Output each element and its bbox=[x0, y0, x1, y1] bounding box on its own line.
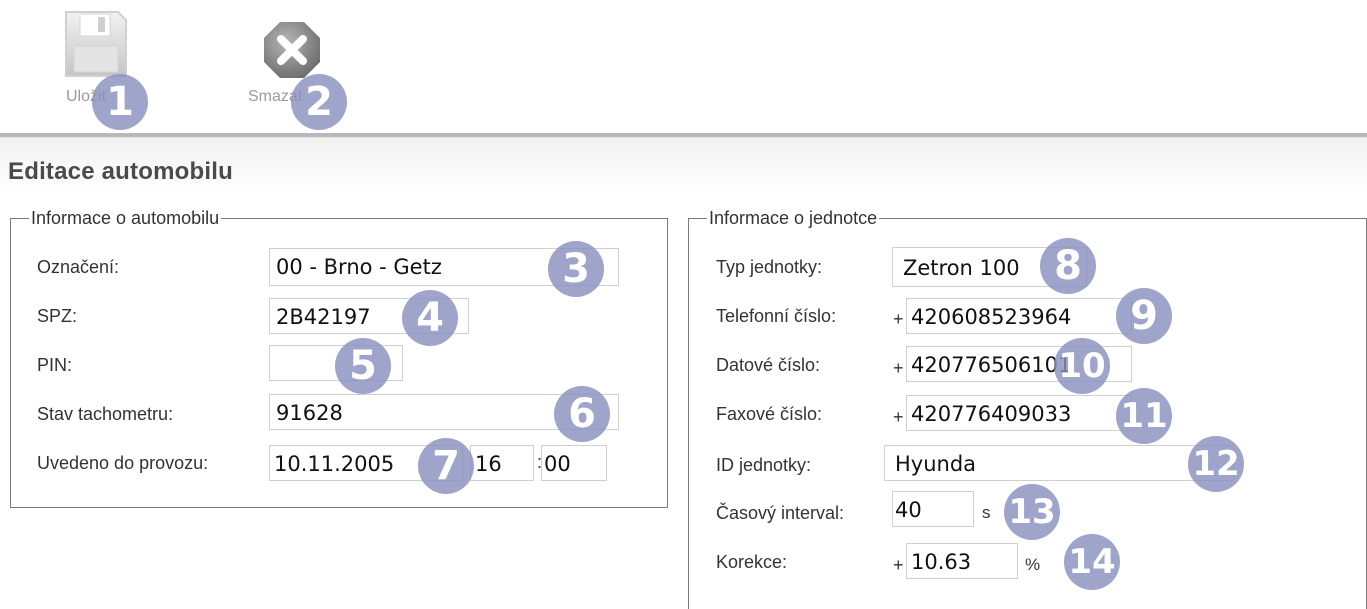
unit-id-input[interactable]: Hyunda bbox=[884, 445, 1234, 481]
correction-prefix: + bbox=[893, 555, 904, 575]
data-number-prefix: + bbox=[893, 358, 904, 378]
phone-input[interactable]: 420608523964 bbox=[906, 298, 1132, 334]
commissioned-label: Uvedeno do provozu: bbox=[37, 453, 209, 473]
plate-label: SPZ: bbox=[37, 306, 78, 326]
annotation-badge-11: 11 bbox=[1116, 388, 1172, 444]
unit-id-label: ID jednotky: bbox=[716, 455, 812, 475]
car-info-legend: Informace o automobilu bbox=[31, 208, 220, 228]
unit-info-legend: Informace o jednotce bbox=[709, 208, 878, 228]
annotation-badge-10: 10 bbox=[1054, 338, 1110, 394]
interval-input[interactable]: 40 bbox=[892, 491, 974, 527]
phone-prefix: + bbox=[893, 309, 904, 329]
fax-label: Faxové číslo: bbox=[716, 404, 823, 424]
annotation-badge-1: 1 bbox=[92, 74, 148, 130]
phone-label: Telefonní číslo: bbox=[716, 306, 837, 326]
annotation-badge-13: 13 bbox=[1004, 484, 1060, 540]
toolbar: Uložit Smazat bbox=[0, 0, 1367, 133]
fax-prefix: + bbox=[893, 407, 904, 427]
interval-label: Časový interval: bbox=[716, 503, 845, 523]
designation-label: Označení: bbox=[37, 257, 120, 277]
annotation-badge-7: 7 bbox=[418, 438, 474, 494]
annotation-badge-2: 2 bbox=[291, 74, 347, 130]
x-circle-icon bbox=[264, 22, 320, 78]
data-number-label: Datové číslo: bbox=[716, 355, 821, 375]
fax-input[interactable]: 420776409033 bbox=[906, 395, 1132, 431]
annotation-badge-6: 6 bbox=[554, 386, 610, 442]
annotation-badge-3: 3 bbox=[548, 241, 604, 297]
interval-unit: s bbox=[982, 503, 991, 522]
annotation-badge-9: 9 bbox=[1116, 288, 1172, 344]
correction-input[interactable]: 10.63 bbox=[906, 543, 1018, 579]
commissioned-minute-input[interactable]: 00 bbox=[541, 445, 607, 481]
annotation-badge-12: 12 bbox=[1188, 436, 1244, 492]
floppy-disk-icon bbox=[65, 11, 127, 77]
commissioned-hour-input[interactable]: 16 bbox=[470, 445, 534, 481]
unit-type-label: Typ jednotky: bbox=[716, 257, 823, 277]
annotation-badge-4: 4 bbox=[402, 290, 458, 346]
odometer-label: Stav tachometru: bbox=[37, 404, 174, 424]
pin-label: PIN: bbox=[37, 355, 73, 375]
correction-label: Korekce: bbox=[716, 552, 788, 572]
annotation-badge-14: 14 bbox=[1064, 534, 1120, 590]
page-title: Editace automobilu bbox=[8, 158, 233, 185]
correction-unit: % bbox=[1025, 555, 1041, 574]
annotation-badge-8: 8 bbox=[1040, 238, 1096, 294]
annotation-badge-5: 5 bbox=[335, 338, 391, 394]
